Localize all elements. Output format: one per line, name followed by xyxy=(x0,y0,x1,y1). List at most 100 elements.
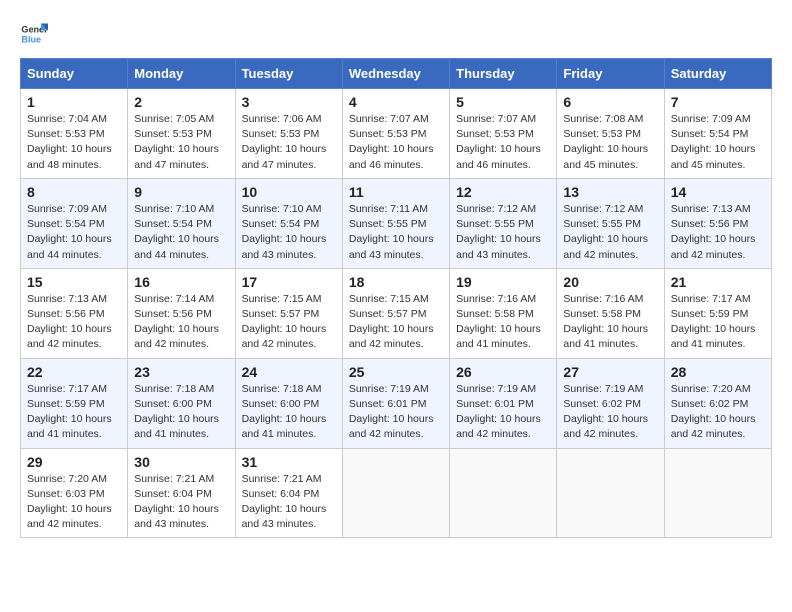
day-cell: 14 Sunrise: 7:13 AMSunset: 5:56 PMDaylig… xyxy=(664,178,771,268)
day-number: 31 xyxy=(242,454,336,470)
day-cell: 3 Sunrise: 7:06 AMSunset: 5:53 PMDayligh… xyxy=(235,89,342,179)
day-cell: 13 Sunrise: 7:12 AMSunset: 5:55 PMDaylig… xyxy=(557,178,664,268)
logo: General Blue xyxy=(20,20,52,48)
day-number: 6 xyxy=(563,94,657,110)
day-number: 24 xyxy=(242,364,336,380)
day-info: Sunrise: 7:10 AMSunset: 5:54 PMDaylight:… xyxy=(242,202,336,263)
day-cell: 9 Sunrise: 7:10 AMSunset: 5:54 PMDayligh… xyxy=(128,178,235,268)
day-info: Sunrise: 7:05 AMSunset: 5:53 PMDaylight:… xyxy=(134,112,228,173)
day-number: 14 xyxy=(671,184,765,200)
day-cell: 30 Sunrise: 7:21 AMSunset: 6:04 PMDaylig… xyxy=(128,448,235,538)
day-cell: 19 Sunrise: 7:16 AMSunset: 5:58 PMDaylig… xyxy=(450,268,557,358)
day-cell: 7 Sunrise: 7:09 AMSunset: 5:54 PMDayligh… xyxy=(664,89,771,179)
day-number: 13 xyxy=(563,184,657,200)
day-cell: 22 Sunrise: 7:17 AMSunset: 5:59 PMDaylig… xyxy=(21,358,128,448)
day-number: 23 xyxy=(134,364,228,380)
day-cell: 23 Sunrise: 7:18 AMSunset: 6:00 PMDaylig… xyxy=(128,358,235,448)
day-cell: 1 Sunrise: 7:04 AMSunset: 5:53 PMDayligh… xyxy=(21,89,128,179)
day-info: Sunrise: 7:12 AMSunset: 5:55 PMDaylight:… xyxy=(456,202,550,263)
day-info: Sunrise: 7:13 AMSunset: 5:56 PMDaylight:… xyxy=(27,292,121,353)
day-number: 29 xyxy=(27,454,121,470)
day-cell: 17 Sunrise: 7:15 AMSunset: 5:57 PMDaylig… xyxy=(235,268,342,358)
header-wednesday: Wednesday xyxy=(342,59,449,89)
day-info: Sunrise: 7:18 AMSunset: 6:00 PMDaylight:… xyxy=(242,382,336,443)
day-info: Sunrise: 7:20 AMSunset: 6:02 PMDaylight:… xyxy=(671,382,765,443)
day-info: Sunrise: 7:15 AMSunset: 5:57 PMDaylight:… xyxy=(242,292,336,353)
day-cell: 8 Sunrise: 7:09 AMSunset: 5:54 PMDayligh… xyxy=(21,178,128,268)
day-info: Sunrise: 7:15 AMSunset: 5:57 PMDaylight:… xyxy=(349,292,443,353)
day-number: 1 xyxy=(27,94,121,110)
header-sunday: Sunday xyxy=(21,59,128,89)
day-cell: 24 Sunrise: 7:18 AMSunset: 6:00 PMDaylig… xyxy=(235,358,342,448)
day-number: 28 xyxy=(671,364,765,380)
day-info: Sunrise: 7:12 AMSunset: 5:55 PMDaylight:… xyxy=(563,202,657,263)
day-cell: 29 Sunrise: 7:20 AMSunset: 6:03 PMDaylig… xyxy=(21,448,128,538)
day-number: 15 xyxy=(27,274,121,290)
day-cell: 28 Sunrise: 7:20 AMSunset: 6:02 PMDaylig… xyxy=(664,358,771,448)
day-info: Sunrise: 7:16 AMSunset: 5:58 PMDaylight:… xyxy=(456,292,550,353)
header-tuesday: Tuesday xyxy=(235,59,342,89)
week-row-4: 22 Sunrise: 7:17 AMSunset: 5:59 PMDaylig… xyxy=(21,358,772,448)
day-number: 5 xyxy=(456,94,550,110)
day-info: Sunrise: 7:18 AMSunset: 6:00 PMDaylight:… xyxy=(134,382,228,443)
day-cell: 27 Sunrise: 7:19 AMSunset: 6:02 PMDaylig… xyxy=(557,358,664,448)
page-header: General Blue xyxy=(20,20,772,48)
day-info: Sunrise: 7:17 AMSunset: 5:59 PMDaylight:… xyxy=(671,292,765,353)
day-cell: 6 Sunrise: 7:08 AMSunset: 5:53 PMDayligh… xyxy=(557,89,664,179)
day-info: Sunrise: 7:21 AMSunset: 6:04 PMDaylight:… xyxy=(242,472,336,533)
day-number: 21 xyxy=(671,274,765,290)
day-number: 3 xyxy=(242,94,336,110)
day-number: 2 xyxy=(134,94,228,110)
day-number: 22 xyxy=(27,364,121,380)
day-info: Sunrise: 7:19 AMSunset: 6:01 PMDaylight:… xyxy=(456,382,550,443)
day-info: Sunrise: 7:07 AMSunset: 5:53 PMDaylight:… xyxy=(456,112,550,173)
day-number: 11 xyxy=(349,184,443,200)
day-info: Sunrise: 7:21 AMSunset: 6:04 PMDaylight:… xyxy=(134,472,228,533)
day-info: Sunrise: 7:09 AMSunset: 5:54 PMDaylight:… xyxy=(27,202,121,263)
day-info: Sunrise: 7:11 AMSunset: 5:55 PMDaylight:… xyxy=(349,202,443,263)
day-info: Sunrise: 7:13 AMSunset: 5:56 PMDaylight:… xyxy=(671,202,765,263)
day-number: 19 xyxy=(456,274,550,290)
day-cell: 10 Sunrise: 7:10 AMSunset: 5:54 PMDaylig… xyxy=(235,178,342,268)
day-number: 26 xyxy=(456,364,550,380)
week-row-2: 8 Sunrise: 7:09 AMSunset: 5:54 PMDayligh… xyxy=(21,178,772,268)
day-cell: 20 Sunrise: 7:16 AMSunset: 5:58 PMDaylig… xyxy=(557,268,664,358)
day-info: Sunrise: 7:14 AMSunset: 5:56 PMDaylight:… xyxy=(134,292,228,353)
day-number: 20 xyxy=(563,274,657,290)
day-info: Sunrise: 7:17 AMSunset: 5:59 PMDaylight:… xyxy=(27,382,121,443)
day-number: 27 xyxy=(563,364,657,380)
day-cell: 15 Sunrise: 7:13 AMSunset: 5:56 PMDaylig… xyxy=(21,268,128,358)
day-cell: 11 Sunrise: 7:11 AMSunset: 5:55 PMDaylig… xyxy=(342,178,449,268)
header-friday: Friday xyxy=(557,59,664,89)
day-info: Sunrise: 7:16 AMSunset: 5:58 PMDaylight:… xyxy=(563,292,657,353)
day-number: 18 xyxy=(349,274,443,290)
day-number: 30 xyxy=(134,454,228,470)
day-number: 9 xyxy=(134,184,228,200)
day-cell xyxy=(450,448,557,538)
day-cell: 21 Sunrise: 7:17 AMSunset: 5:59 PMDaylig… xyxy=(664,268,771,358)
calendar-header-row: SundayMondayTuesdayWednesdayThursdayFrid… xyxy=(21,59,772,89)
day-cell: 25 Sunrise: 7:19 AMSunset: 6:01 PMDaylig… xyxy=(342,358,449,448)
day-cell xyxy=(342,448,449,538)
day-number: 25 xyxy=(349,364,443,380)
day-info: Sunrise: 7:04 AMSunset: 5:53 PMDaylight:… xyxy=(27,112,121,173)
day-number: 7 xyxy=(671,94,765,110)
day-number: 12 xyxy=(456,184,550,200)
header-monday: Monday xyxy=(128,59,235,89)
day-cell: 26 Sunrise: 7:19 AMSunset: 6:01 PMDaylig… xyxy=(450,358,557,448)
day-info: Sunrise: 7:09 AMSunset: 5:54 PMDaylight:… xyxy=(671,112,765,173)
svg-text:Blue: Blue xyxy=(21,34,41,44)
day-number: 16 xyxy=(134,274,228,290)
logo-icon: General Blue xyxy=(20,20,48,48)
day-cell: 2 Sunrise: 7:05 AMSunset: 5:53 PMDayligh… xyxy=(128,89,235,179)
day-cell xyxy=(664,448,771,538)
header-thursday: Thursday xyxy=(450,59,557,89)
day-cell: 4 Sunrise: 7:07 AMSunset: 5:53 PMDayligh… xyxy=(342,89,449,179)
day-cell: 18 Sunrise: 7:15 AMSunset: 5:57 PMDaylig… xyxy=(342,268,449,358)
day-cell: 12 Sunrise: 7:12 AMSunset: 5:55 PMDaylig… xyxy=(450,178,557,268)
week-row-5: 29 Sunrise: 7:20 AMSunset: 6:03 PMDaylig… xyxy=(21,448,772,538)
day-number: 4 xyxy=(349,94,443,110)
day-number: 10 xyxy=(242,184,336,200)
day-number: 17 xyxy=(242,274,336,290)
day-number: 8 xyxy=(27,184,121,200)
